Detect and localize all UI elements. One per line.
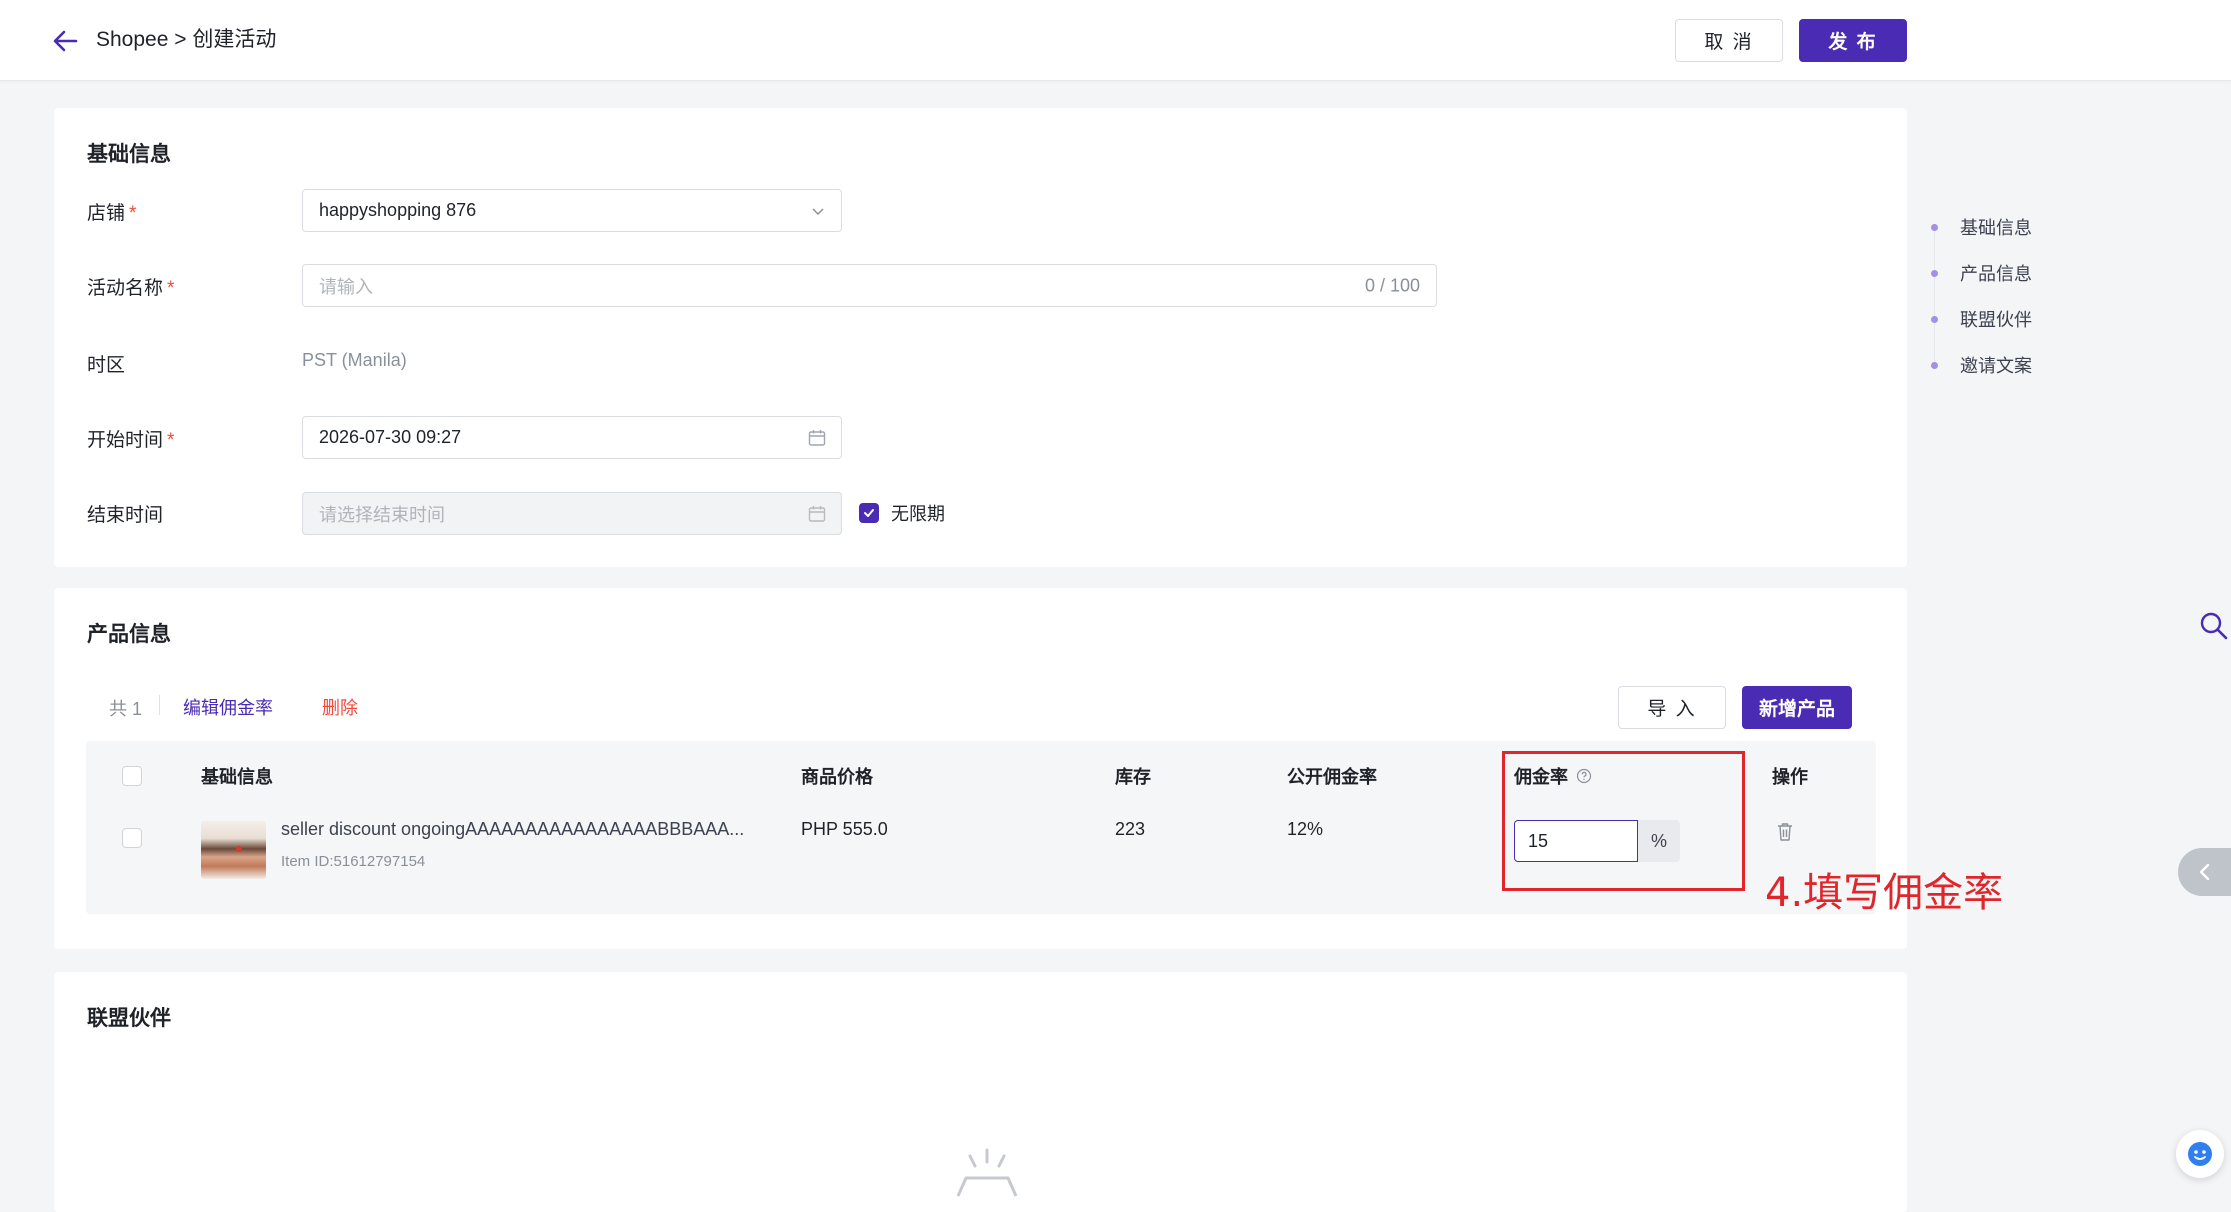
check-icon (864, 509, 874, 517)
delete-link[interactable]: 删除 (322, 694, 358, 720)
end-time-label: 结束时间 (87, 505, 164, 526)
cancel-button[interactable]: 取 消 (1675, 19, 1783, 62)
total-count: 共 1 (109, 699, 143, 719)
breadcrumb: Shopee > 创建活动 (96, 28, 277, 51)
divider (159, 695, 160, 715)
row-checkbox[interactable] (122, 828, 142, 848)
end-time-picker: 请选择结束时间 (302, 492, 842, 535)
product-price: PHP 555.0 (801, 819, 888, 839)
activity-name-input[interactable]: 请输入 0 / 100 (302, 264, 1437, 307)
assistant-button[interactable] (2176, 1130, 2224, 1178)
timezone-value: PST (Manila) (302, 350, 407, 370)
col-basic-info: 基础信息 (201, 767, 273, 787)
col-public-rate: 公开佣金率 (1287, 767, 1377, 787)
unlimited-label[interactable]: 无限期 (891, 500, 945, 526)
char-counter: 0 / 100 (1364, 275, 1420, 295)
timezone-label: 时区 (87, 355, 126, 376)
partners-title: 联盟伙伴 (87, 1007, 171, 1030)
activity-name-label: 活动名称 * (87, 278, 175, 299)
col-actions: 操作 (1772, 767, 1808, 787)
start-time-value: 2026-07-30 09:27 (319, 427, 462, 447)
anchor-basic-info[interactable]: 基础信息 (1931, 215, 2032, 239)
edit-rate-link[interactable]: 编辑佣金率 (183, 694, 273, 720)
trash-icon[interactable] (1775, 821, 1795, 843)
top-header: Shopee > 创建活动 取 消 发 布 (0, 0, 2231, 81)
assistant-face-icon (2188, 1142, 2212, 1166)
import-button[interactable]: 导 入 (1618, 686, 1726, 729)
anchor-line (1934, 226, 1935, 364)
partners-card: 联盟伙伴 (54, 972, 1907, 1212)
product-stock: 223 (1115, 819, 1146, 839)
anchor-partners[interactable]: 联盟伙伴 (1931, 307, 2032, 331)
select-all-checkbox[interactable] (122, 766, 142, 786)
empty-state-icon (956, 1148, 1018, 1197)
store-select[interactable]: happyshopping 876 (302, 189, 842, 232)
product-thumbnail (201, 821, 266, 879)
col-price: 商品价格 (801, 767, 873, 787)
product-info-title: 产品信息 (87, 623, 171, 646)
anchor-product-info[interactable]: 产品信息 (1931, 261, 2032, 285)
store-label: 店铺 * (87, 203, 137, 224)
calendar-icon (808, 505, 826, 522)
chevron-left-icon (2199, 863, 2209, 881)
activity-name-placeholder: 请输入 (319, 276, 373, 297)
basic-info-title: 基础信息 (87, 143, 171, 166)
annotation-highlight-box (1502, 751, 1745, 891)
unlimited-checkbox[interactable] (859, 503, 879, 523)
product-item-id: Item ID:51612797154 (281, 853, 426, 870)
end-time-placeholder: 请选择结束时间 (319, 504, 445, 525)
search-icon[interactable] (2199, 611, 2229, 641)
start-time-picker[interactable]: 2026-07-30 09:27 (302, 416, 842, 459)
basic-info-card: 基础信息 店铺 * happyshopping 876 活动名称 * 请输入 0 /… (54, 108, 1907, 567)
annotation-label: 4.填写佣金率 (1765, 870, 2004, 916)
col-stock: 库存 (1115, 767, 1151, 787)
start-time-label: 开始时间 * (87, 430, 175, 451)
store-value: happyshopping 876 (319, 200, 477, 220)
collapse-panel-button[interactable] (2178, 848, 2231, 896)
product-name: seller discount ongoingAAAAAAAAAAAAAAAAB… (281, 819, 745, 839)
chevron-down-icon (812, 207, 824, 215)
add-product-button[interactable]: 新增产品 (1742, 686, 1852, 729)
arrow-left-icon[interactable] (50, 27, 80, 55)
product-public-rate: 12% (1287, 819, 1324, 839)
calendar-icon (808, 429, 826, 446)
anchor-invite-copy[interactable]: 邀请文案 (1931, 353, 2032, 377)
publish-button[interactable]: 发 布 (1799, 19, 1907, 62)
